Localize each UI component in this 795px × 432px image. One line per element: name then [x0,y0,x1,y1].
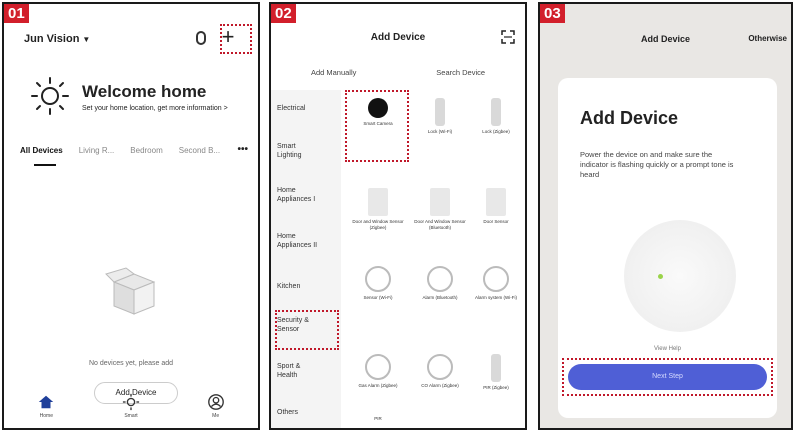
device-label: PIR [374,416,382,421]
device-pir[interactable]: PIR (Zigbee) [467,354,525,391]
highlight-smart-camera [345,90,409,162]
pir-icon [491,354,501,382]
category-smart-lighting[interactable]: Smart Lighting [277,142,317,160]
device-lock-zigbee[interactable]: Lock (Zigbee) [467,98,525,135]
lock-icon [435,98,445,126]
category-sport-health[interactable]: Sport & Health [277,362,317,380]
scan-icon[interactable] [501,30,515,44]
step-badge-1: 01 [4,4,29,23]
more-icon[interactable]: ••• [237,144,248,155]
device-label: Alarm system (Wi-Fi) [475,295,517,300]
bottom-nav: Home Smart Me [4,392,258,424]
tab-search-device[interactable]: Search Device [436,68,485,77]
sensor-icon [365,266,391,292]
nav-smart[interactable]: Smart [106,392,156,424]
device-door-window-bluetooth[interactable]: Door And Window Sensor (Bluetooth) [411,188,469,231]
door-sensor-icon [430,188,450,216]
view-help-link[interactable]: View Help [558,346,777,352]
nav-smart-label: Smart [124,413,138,419]
device-label: Alarm (Bluetooth) [422,295,458,300]
step-badge-3: 03 [540,4,565,23]
nav-me[interactable]: Me [191,392,241,424]
otherwise-link[interactable]: Otherwise [748,34,787,43]
device-sensor-wifi[interactable]: Sensor (Wi-Fi) [349,266,407,301]
nav-home-label: Home [39,413,53,419]
highlight-security-category [275,310,339,350]
category-others[interactable]: Others [277,408,337,417]
page-title: Add Device [370,32,426,43]
alarm-icon [427,266,453,292]
door-sensor-icon [486,188,506,216]
lock-icon [491,98,501,126]
card-instructions: Power the device on and make sure the in… [580,150,734,179]
device-co-alarm[interactable]: CO Alarm (Zigbee) [411,354,469,389]
device-lock-wifi[interactable]: Lock (Wi-Fi) [411,98,469,135]
card-title: Add Device [580,108,679,128]
empty-box-illustration [105,267,156,315]
chevron-down-icon[interactable]: ▼ [82,35,90,44]
device-alarm-system-wifi[interactable]: Alarm system (Wi-Fi) [467,266,525,301]
door-sensor-icon [368,188,388,216]
home-name[interactable]: Jun Vision [24,33,79,45]
tab-bedroom[interactable]: Bedroom [130,146,162,155]
device-label: Door And Window Sensor (Bluetooth) [414,219,466,230]
category-electrical[interactable]: Electrical [277,104,337,113]
alarm-icon [483,266,509,292]
indicator-light-icon [658,274,663,279]
device-others-pir[interactable]: PIR [349,416,407,422]
device-indicator-illustration [624,220,736,332]
welcome-subtitle-link[interactable]: Set your home location, get more informa… [82,105,228,112]
sun-icon [31,77,69,115]
category-home-appliances-2[interactable]: Home Appliances II [277,232,327,250]
nav-me-label: Me [212,413,220,419]
category-sidebar: Electrical Smart Lighting Home Appliance… [271,90,341,428]
device-label: Sensor (Wi-Fi) [363,295,393,300]
screen-home: 01 Jun Vision ▼ + Welcome home Set your … [2,2,260,430]
co-alarm-icon [427,354,453,380]
category-kitchen[interactable]: Kitchen [277,282,337,291]
room-tabs: All Devices Living R... Bedroom Second B… [20,146,252,155]
device-door-window-zigbee[interactable]: Door and Window Sensor (Zigbee) [349,188,407,231]
screen-add-device-list: 02 Add Device Add Manually Search Device… [269,2,527,430]
microphone-icon[interactable] [196,31,206,45]
sun-icon [122,393,140,411]
profile-icon [207,394,224,410]
tab-add-manually[interactable]: Add Manually [311,68,356,77]
device-label: Lock (Zigbee) [482,129,510,134]
device-label: PIR (Zigbee) [483,385,509,390]
tab-second-bedroom[interactable]: Second B... [179,146,220,155]
home-header: Jun Vision ▼ + [24,26,250,52]
device-label: Gas Alarm (Zigbee) [358,383,398,388]
tab-all-devices[interactable]: All Devices [20,146,63,155]
nav-home[interactable]: Home [21,392,71,424]
screen-add-device-instructions: 03 Add Device Otherwise Add Device Power… [538,2,793,430]
step-badge-2: 02 [271,4,296,23]
device-label: Door Sensor [483,219,509,224]
empty-state-text: No devices yet, please add [88,360,174,367]
highlight-next-step [562,358,773,396]
device-alarm-bluetooth[interactable]: Alarm (Bluetooth) [411,266,469,301]
device-door-sensor[interactable]: Door Sensor [467,188,525,225]
home-icon [39,395,54,409]
highlight-plus [220,24,252,54]
device-label: Door and Window Sensor (Zigbee) [352,219,404,230]
category-home-appliances-1[interactable]: Home Appliances I [277,186,327,204]
welcome-title: Welcome home [82,82,207,101]
instruction-card: Add Device Power the device on and make … [558,78,777,418]
tab-indicator [34,164,56,166]
flame-icon [365,354,391,380]
tab-living-room[interactable]: Living R... [79,146,115,155]
device-gas-alarm[interactable]: Gas Alarm (Zigbee) [349,354,407,389]
add-mode-tabs: Add Manually Search Device [271,68,525,77]
device-label: Lock (Wi-Fi) [427,129,453,134]
device-label: CO Alarm (Zigbee) [421,383,459,388]
